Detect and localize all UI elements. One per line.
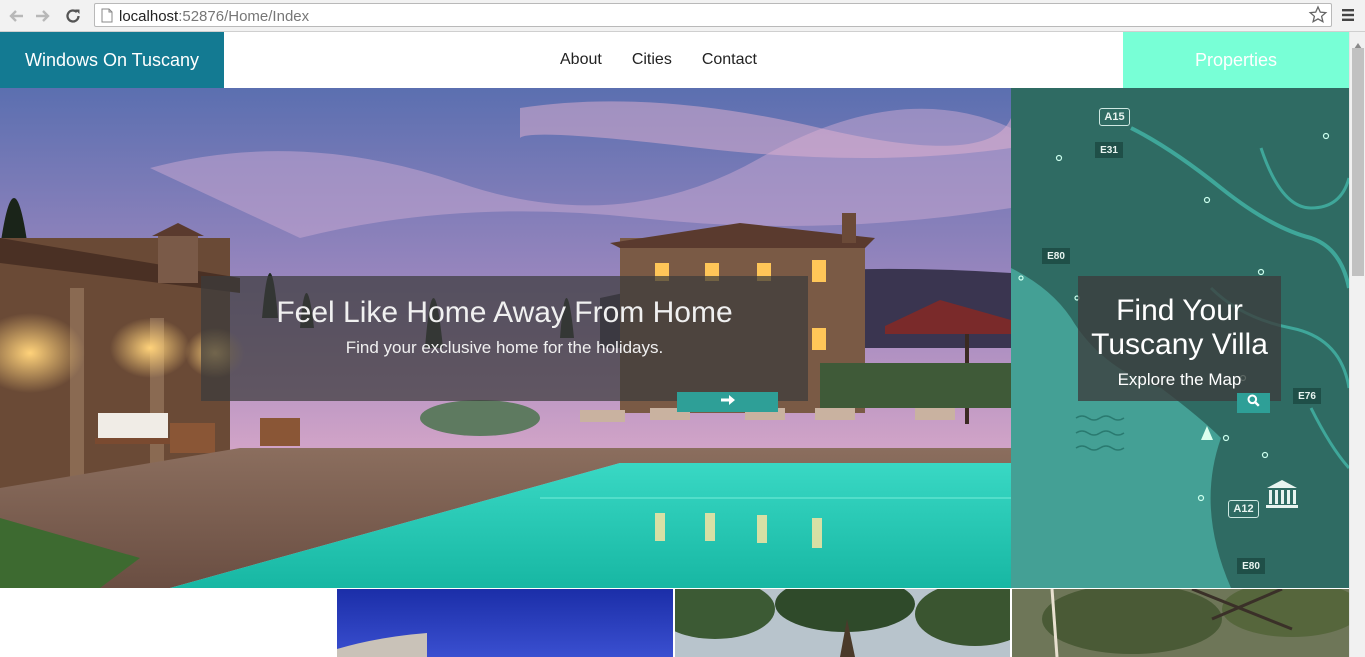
main-menu: About Cities Contact bbox=[560, 32, 757, 88]
property-tiles bbox=[0, 589, 1349, 657]
map-title: Find Your Tuscany Villa bbox=[1078, 294, 1281, 362]
tile-photo-pergola[interactable] bbox=[1012, 589, 1349, 657]
tile-photo-trees[interactable] bbox=[675, 589, 1010, 657]
road-label-a12: A12 bbox=[1228, 500, 1259, 518]
browser-toolbar: localhost:52876/Home/Index bbox=[0, 0, 1365, 32]
road-label-e31: E31 bbox=[1095, 142, 1123, 158]
road-label-e80-north: E80 bbox=[1042, 248, 1070, 264]
url-host: localhost bbox=[119, 8, 179, 25]
hero-caption: Feel Like Home Away From Home Find your … bbox=[201, 276, 808, 401]
map-search-button[interactable] bbox=[1237, 393, 1270, 413]
address-bar[interactable]: localhost:52876/Home/Index bbox=[94, 3, 1332, 27]
properties-button[interactable]: Properties bbox=[1123, 32, 1349, 88]
hero-go-button[interactable] bbox=[677, 392, 778, 412]
road-label-e76: E76 bbox=[1293, 388, 1321, 404]
brand-logo-link[interactable]: Windows On Tuscany bbox=[0, 32, 224, 88]
arrow-right-icon bbox=[720, 393, 736, 411]
site-header: Windows On Tuscany About Cities Contact … bbox=[0, 32, 1349, 88]
nav-link-cities[interactable]: Cities bbox=[632, 51, 672, 69]
hero-title: Feel Like Home Away From Home bbox=[276, 296, 733, 329]
road-label-a15: A15 bbox=[1099, 108, 1130, 126]
menu-icon[interactable] bbox=[1340, 7, 1356, 28]
nav-link-contact[interactable]: Contact bbox=[702, 51, 757, 69]
hero-banner: Feel Like Home Away From Home Find your … bbox=[0, 88, 1011, 588]
page-icon bbox=[101, 8, 113, 28]
url-path: :52876/Home/Index bbox=[178, 8, 310, 25]
forward-icon[interactable] bbox=[33, 6, 53, 26]
back-icon[interactable] bbox=[6, 6, 26, 26]
map-title-line2: Tuscany Villa bbox=[1091, 328, 1268, 361]
map-panel: A15 E31 E80 E76 A12 E80 Find Your Tuscan… bbox=[1011, 88, 1349, 588]
road-label-e80-south: E80 bbox=[1237, 558, 1265, 574]
tile-photo-night[interactable] bbox=[337, 589, 673, 657]
map-subtitle: Explore the Map bbox=[1117, 370, 1242, 389]
tile-empty bbox=[0, 589, 335, 657]
page-scrollbar[interactable] bbox=[1349, 32, 1365, 657]
map-title-line1: Find Your bbox=[1116, 294, 1243, 327]
nav-link-about[interactable]: About bbox=[560, 51, 602, 69]
search-icon bbox=[1247, 394, 1260, 412]
reload-icon[interactable] bbox=[63, 6, 83, 26]
url-text: localhost:52876/Home/Index bbox=[119, 8, 309, 25]
map-caption: Find Your Tuscany Villa Explore the Map bbox=[1078, 276, 1281, 401]
scrollbar-thumb[interactable] bbox=[1352, 48, 1364, 276]
star-icon[interactable] bbox=[1308, 5, 1328, 30]
hero-subtitle: Find your exclusive home for the holiday… bbox=[345, 338, 664, 357]
page-viewport: Windows On Tuscany About Cities Contact … bbox=[0, 32, 1349, 657]
